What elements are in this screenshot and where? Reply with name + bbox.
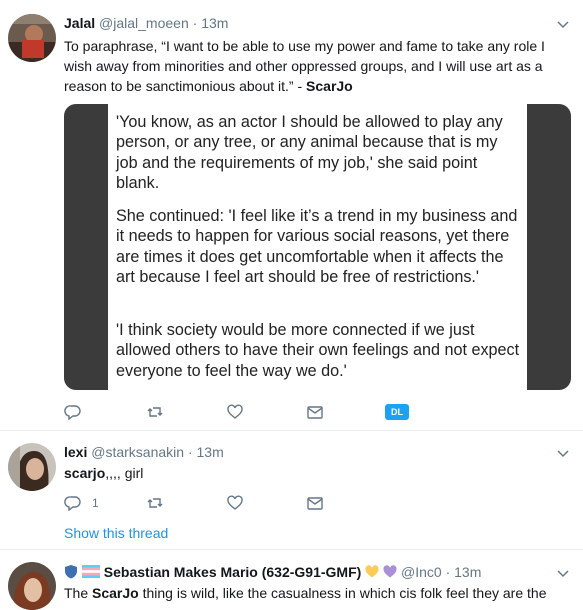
retweet-icon: [147, 498, 163, 508]
avatar[interactable]: [8, 443, 56, 491]
dm-icon: [307, 406, 323, 419]
like-icon: [227, 404, 243, 419]
avatar[interactable]: [8, 14, 56, 62]
author-name[interactable]: Sebastian Makes Mario (632-G91-GMF): [104, 564, 362, 580]
dm-icon: [307, 497, 323, 510]
separator-dot: ·: [187, 444, 193, 460]
tweet-text-body: ,,,, girl: [105, 465, 144, 481]
author-name[interactable]: lexi: [64, 444, 87, 460]
like-button[interactable]: [226, 402, 244, 422]
tweet-sebastian[interactable]: Sebastian Makes Mario (632-G91-GMF) @Inc…: [0, 550, 583, 610]
retweet-button[interactable]: [146, 493, 164, 513]
timestamp[interactable]: 13m: [201, 15, 228, 31]
chevron-down-icon[interactable]: [557, 18, 569, 30]
tweet-lexi[interactable]: lexi @starksanakin · 13m scarjo,,,, girl…: [0, 431, 583, 549]
reply-button[interactable]: [64, 402, 82, 422]
dl-badge[interactable]: DL: [385, 404, 409, 420]
tweet-text-highlight: ScarJo: [92, 585, 139, 601]
retweet-button[interactable]: [146, 402, 164, 422]
tweet-actions: DL: [64, 402, 424, 422]
tweet-text-body: The: [64, 585, 93, 601]
reply-count: 1: [92, 496, 99, 510]
tweet-jalal[interactable]: Jalal @jalal_moeen · 13m To paraphrase, …: [0, 0, 583, 430]
quote-paragraph: 'I think society would be more connected…: [116, 321, 520, 380]
reply-icon: [64, 405, 81, 421]
author-handle[interactable]: @jalal_moeen: [99, 15, 189, 31]
purple-heart-icon: [383, 565, 397, 578]
tweet-header: lexi @starksanakin · 13m: [64, 443, 224, 461]
quote-screenshot: 'You know, as an actor I should be allow…: [108, 104, 527, 390]
tweet-text-highlight: scarjo: [64, 465, 106, 481]
chevron-down-icon[interactable]: [557, 447, 569, 459]
tweet-image[interactable]: 'You know, as an actor I should be allow…: [64, 104, 571, 390]
like-icon: [227, 495, 243, 510]
trans-flag-icon: [81, 565, 100, 578]
tweet-header: Sebastian Makes Mario (632-G91-GMF) @Inc…: [64, 563, 481, 581]
tweet-text: The ScarJo thing is wild, like the casua…: [64, 583, 569, 603]
tweet-actions: 1: [64, 493, 364, 513]
like-button[interactable]: [226, 493, 244, 513]
timestamp[interactable]: 13m: [197, 444, 224, 460]
retweet-icon: [147, 407, 163, 417]
separator-dot: ·: [445, 564, 451, 580]
avatar[interactable]: [8, 562, 56, 610]
tweet-text-body: To paraphrase, “I want to be able to use…: [64, 38, 545, 94]
reply-icon: [64, 496, 81, 512]
author-name[interactable]: Jalal: [64, 15, 95, 31]
tweet-text-highlight: ScarJo: [306, 78, 353, 94]
chevron-down-icon[interactable]: [557, 567, 569, 579]
tweet-text-body: thing is wild, like the casualness in wh…: [138, 585, 547, 601]
tweet-text: scarjo,,,, girl: [64, 463, 569, 483]
tweet-text: To paraphrase, “I want to be able to use…: [64, 36, 569, 96]
quote-paragraph: She continued: 'I feel like it’s a trend…: [116, 207, 518, 287]
author-handle[interactable]: @starksanakin: [91, 444, 184, 460]
shield-icon: [65, 565, 77, 579]
separator-dot: ·: [192, 15, 198, 31]
reply-button[interactable]: 1: [64, 493, 99, 513]
quote-paragraph: 'You know, as an actor I should be allow…: [116, 113, 503, 193]
author-handle[interactable]: @Inc0: [401, 564, 442, 580]
show-thread-link[interactable]: Show this thread: [64, 525, 168, 541]
timestamp[interactable]: 13m: [454, 564, 481, 580]
yellow-heart-icon: [365, 565, 379, 578]
tweet-header: Jalal @jalal_moeen · 13m: [64, 14, 228, 32]
dm-button[interactable]: [306, 402, 324, 422]
dm-button[interactable]: [306, 493, 324, 513]
